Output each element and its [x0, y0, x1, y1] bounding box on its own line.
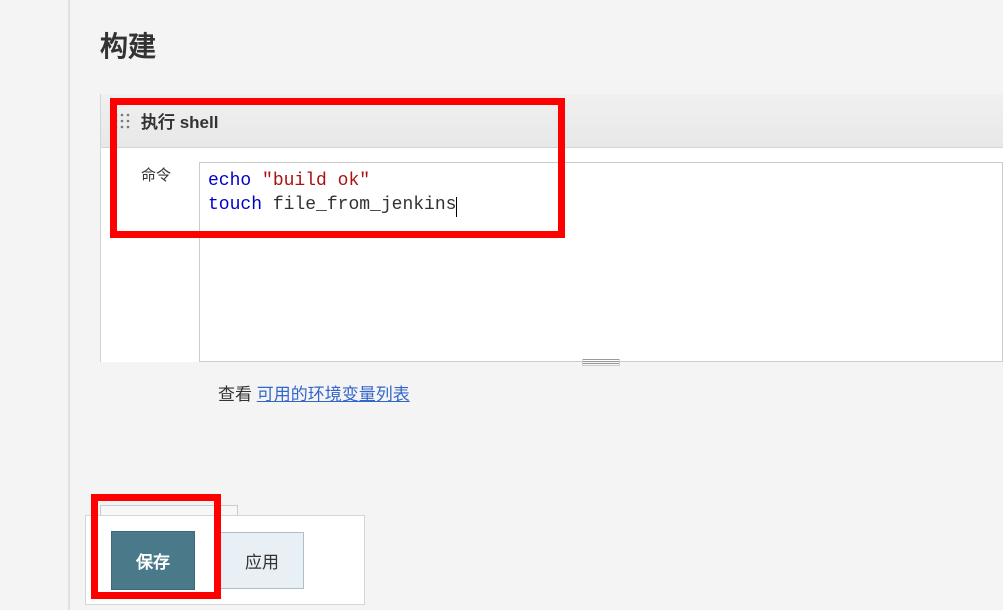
bottom-button-bar: 保存 应用 — [85, 515, 365, 605]
page-left-border — [68, 0, 70, 610]
env-vars-hint: 查看 可用的环境变量列表 — [218, 380, 410, 405]
save-button[interactable]: 保存 — [111, 531, 195, 590]
shell-body: 命令 echo "build ok" touch file_from_jenki… — [101, 148, 1003, 362]
text-cursor — [456, 197, 457, 217]
code-keyword-touch: touch — [208, 195, 262, 215]
resize-handle-icon[interactable] — [200, 359, 1002, 367]
section-title: 构建 — [100, 25, 156, 65]
command-label: 命令 — [141, 162, 199, 362]
env-vars-link[interactable]: 可用的环境变量列表 — [257, 385, 410, 404]
drag-grip-icon[interactable] — [113, 112, 131, 130]
apply-button[interactable]: 应用 — [220, 532, 304, 589]
env-prefix-text: 查看 — [218, 385, 257, 404]
shell-step-header[interactable]: 执行 shell — [101, 94, 1003, 148]
shell-step-title: 执行 shell — [141, 108, 218, 133]
command-editor[interactable]: echo "build ok" touch file_from_jenkins — [199, 162, 1003, 362]
code-keyword-echo: echo — [208, 171, 251, 191]
code-arg: file_from_jenkins — [273, 195, 457, 215]
code-string: "build ok" — [262, 171, 370, 191]
shell-step-box: 执行 shell 命令 echo "build ok" touch file_f… — [100, 94, 1003, 362]
